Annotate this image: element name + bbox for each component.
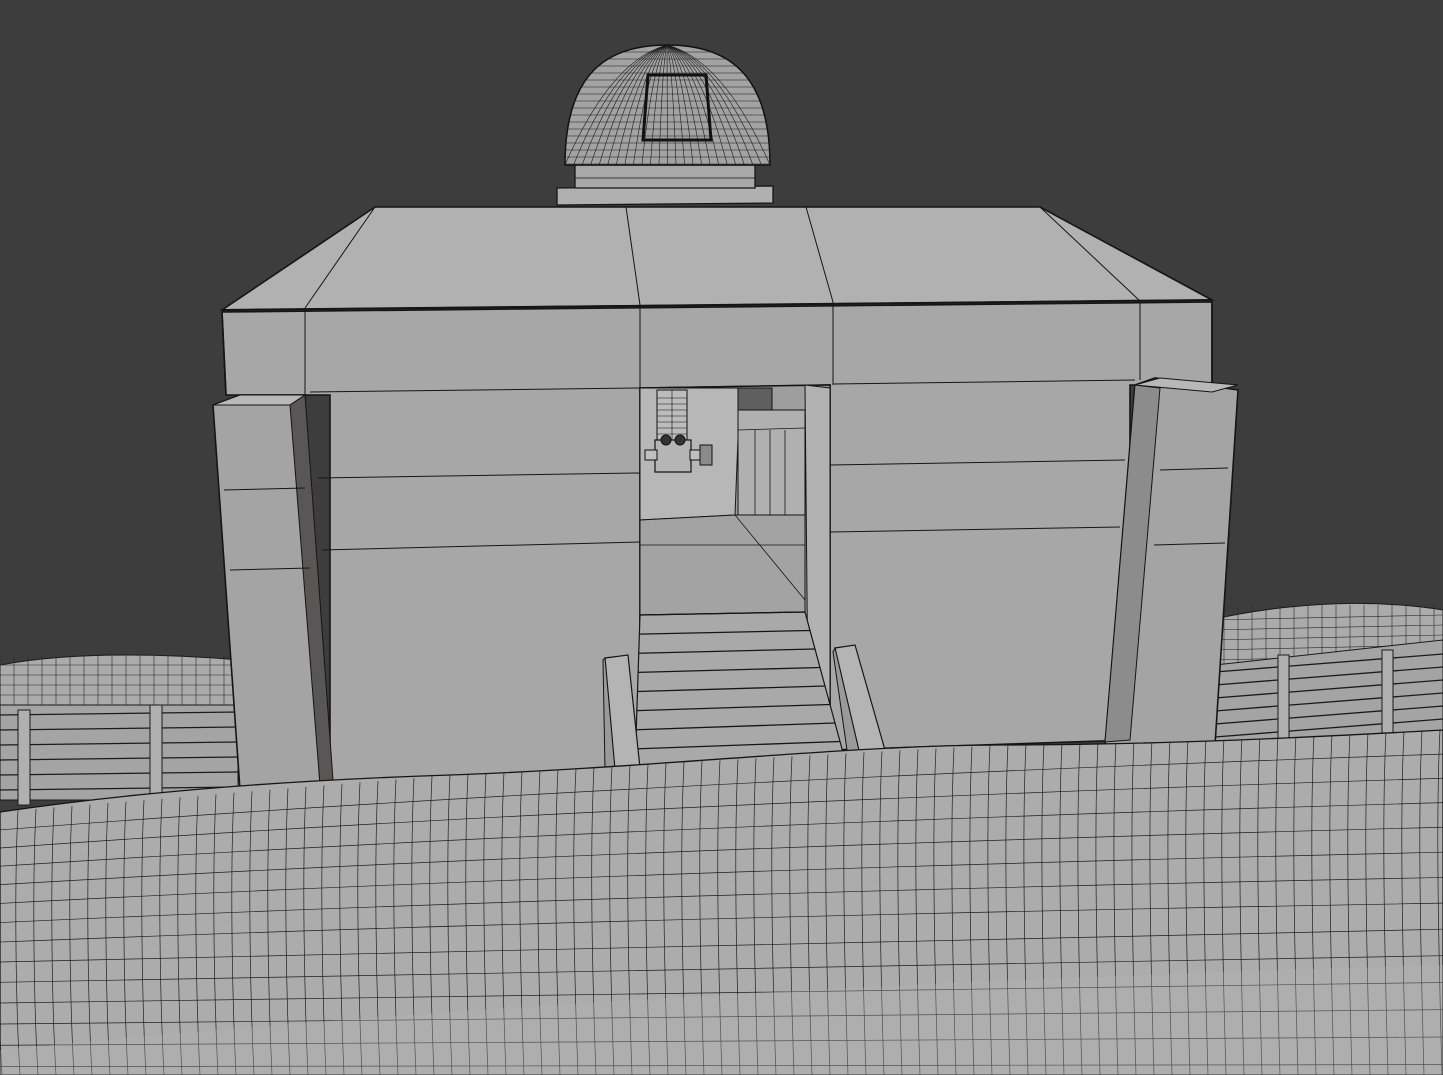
3d-viewport[interactable]: [0, 0, 1443, 1075]
dome-observatory[interactable]: [560, 44, 775, 166]
dome-base-ring[interactable]: [556, 164, 774, 206]
viewport-canvas[interactable]: [0, 0, 1443, 1075]
roof-slab[interactable]: [219, 206, 1216, 311]
